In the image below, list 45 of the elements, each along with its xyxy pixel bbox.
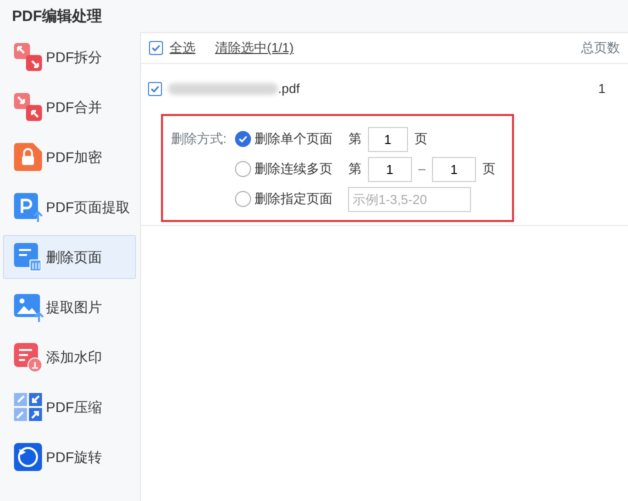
sidebar-item[interactable]: PDF合并 — [3, 85, 136, 129]
column-header: 总页数 — [581, 39, 620, 58]
checkmark-icon — [238, 134, 248, 144]
compress-icon — [12, 391, 44, 423]
field-label: 第 — [348, 130, 362, 148]
page-count: 1 — [598, 80, 606, 98]
option-label: 删除单个页面 — [254, 130, 334, 148]
sidebar-item[interactable]: 添加水印 — [3, 335, 136, 379]
range-dash: – — [418, 160, 426, 178]
checkmark-icon — [150, 84, 160, 94]
options-label: 删除方式: — [171, 130, 228, 148]
split-icon — [12, 41, 44, 73]
page-number-field[interactable]: 1 — [368, 126, 408, 152]
page-list-field[interactable]: 示例1-3,5-20 — [348, 186, 472, 212]
rotate-icon — [12, 441, 44, 473]
radio-button[interactable] — [235, 191, 251, 207]
select-all-link[interactable]: 全选 — [170, 38, 196, 58]
field-label: 页 — [414, 130, 428, 148]
document-arrow-icon — [12, 191, 44, 223]
radio-button[interactable] — [235, 161, 251, 177]
checkbox[interactable] — [149, 41, 163, 55]
lock-icon — [12, 141, 44, 173]
sidebar-item[interactable]: 删除页面 — [3, 235, 136, 279]
watermark-icon — [12, 341, 44, 373]
clear-selection-link[interactable]: 清除选中(1/1) — [215, 38, 294, 58]
option-label: 删除连续多页 — [254, 160, 334, 178]
app-title: PDF编辑处理 — [11, 7, 103, 27]
field-label: 页 — [482, 160, 496, 178]
image-icon — [12, 291, 44, 323]
sidebar-item[interactable]: PDF压缩 — [3, 385, 136, 429]
delete-page-icon — [12, 241, 44, 273]
page-number-field[interactable]: 1 — [368, 156, 412, 182]
sidebar-item[interactable]: PDF旋转 — [3, 435, 136, 479]
sidebar-item[interactable]: PDF页面提取 — [3, 185, 136, 229]
merge-icon — [12, 91, 44, 123]
checkmark-icon — [151, 43, 161, 53]
radio-button[interactable] — [235, 131, 251, 147]
sidebar-item[interactable]: 提取图片 — [3, 285, 136, 329]
field-label: 第 — [348, 160, 362, 178]
sidebar-item[interactable]: PDF加密 — [3, 135, 136, 179]
file-name: .pdf — [278, 80, 300, 98]
checkbox[interactable] — [148, 82, 162, 96]
sidebar-item[interactable]: PDF拆分 — [3, 35, 136, 79]
option-label: 删除指定页面 — [254, 190, 334, 208]
page-number-field[interactable]: 1 — [432, 156, 476, 182]
